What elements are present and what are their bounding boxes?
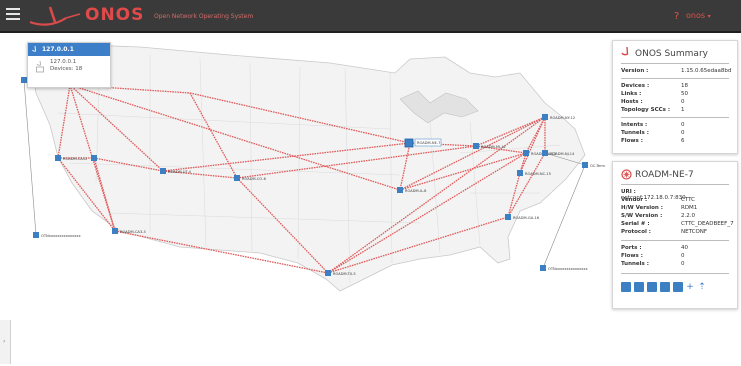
svg-text:OTNxxxxxxxxxxxxxxx: OTNxxxxxxxxxxxxxxx: [548, 267, 588, 271]
svg-text:ROADM-UT-4: ROADM-UT-4: [168, 170, 192, 174]
user-menu[interactable]: onos ▾: [686, 11, 711, 20]
device-node[interactable]: ROADM-GA-16: [505, 214, 540, 220]
logo-text: ONOS: [85, 5, 145, 25]
summary-flows-row: Flows :6: [621, 138, 685, 144]
instance-panel[interactable]: 127.0.0.1 127.0.0.1 Devices: 18: [27, 42, 111, 88]
device-sw-row: S/W Version :2.2.0: [621, 213, 695, 219]
instance-title: 127.0.0.1: [42, 46, 74, 53]
svg-text:ROADM-NE-7: ROADM-NE-7: [417, 141, 440, 145]
svg-text:ROADM-GA-16: ROADM-GA-16: [513, 216, 540, 220]
show-group-view-button[interactable]: [660, 282, 670, 292]
summary-title: ONOS Summary: [635, 49, 708, 59]
summary-sccs-row: Topology SCCs :1: [621, 107, 685, 113]
chevron-right-icon: ›: [3, 338, 6, 345]
summary-intents-row: Intents :0: [621, 122, 685, 128]
svg-text:ROADM-CA3-3: ROADM-CA3-3: [120, 230, 146, 234]
show-device-view-button[interactable]: [621, 282, 631, 292]
logo-subtitle: Open Network Operating System: [154, 13, 254, 20]
onos-instance-icon: [32, 46, 36, 52]
device-protocol-row: Protocol : NETCONF: [621, 229, 708, 235]
svg-text:ROADM-NC-15: ROADM-NC-15: [525, 172, 551, 176]
roadm-device-icon: [621, 169, 632, 180]
svg-text:ROADM-NY-12: ROADM-NY-12: [550, 116, 575, 120]
show-meter-view-button[interactable]: [673, 282, 683, 292]
svg-text:ROADM-NJ-14: ROADM-NJ-14: [550, 152, 575, 156]
svg-text:ROADM-CO-6: ROADM-CO-6: [242, 177, 267, 181]
divider: [621, 240, 729, 241]
device-vendor-row: Vendor : CTTC: [621, 197, 695, 203]
divider: [621, 63, 729, 64]
svg-text:ROADM-MI-11: ROADM-MI-11: [481, 145, 506, 149]
svg-text:ROADM-CA12: ROADM-CA12: [63, 157, 87, 161]
device-serial-row: Serial # : CTTC_DEADBEEF_7: [621, 221, 734, 227]
arrows-icon[interactable]: ⇡: [697, 282, 707, 292]
chevron-down-icon: ▾: [707, 13, 711, 20]
device-flows-row: Flows :0: [621, 253, 685, 259]
summary-version-row: Version :1.15.0.65edaa8bd: [621, 68, 732, 74]
divider: [621, 273, 729, 274]
summary-links-row: Links :50: [621, 91, 688, 97]
svg-text:ROADM-IL-8: ROADM-IL-8: [405, 189, 427, 193]
onos-logo-icon: [621, 47, 629, 56]
help-icon[interactable]: ?: [674, 11, 679, 22]
device-node[interactable]: [91, 155, 97, 161]
device-node[interactable]: OTNxxxxxxxxxxxxxxx: [540, 265, 588, 271]
device-node[interactable]: OC-Term: [582, 162, 606, 168]
svg-text:ROADM-TX-5: ROADM-TX-5: [333, 272, 356, 276]
summary-devices-row: Devices :18: [621, 83, 688, 89]
device-icon: [36, 61, 44, 73]
side-panel-toggle[interactable]: ›: [0, 320, 11, 364]
summary-panel: ONOS Summary Version :1.15.0.65edaa8bd D…: [612, 40, 738, 154]
device-node-selected[interactable]: ROADM-NE-7: [404, 138, 442, 148]
device-details-panel: ROADM-NE-7 URI :netconf:172.18.0.7:830 V…: [612, 161, 738, 309]
summary-tunnels-row: Tunnels :0: [621, 130, 685, 136]
divider: [621, 78, 729, 79]
device-action-buttons: + ⇡: [621, 282, 731, 294]
onos-logo-icon: [29, 6, 81, 26]
show-flow-view-button[interactable]: [634, 282, 644, 292]
instance-header[interactable]: 127.0.0.1: [28, 43, 110, 56]
show-port-view-button[interactable]: [647, 282, 657, 292]
plus-icon[interactable]: +: [685, 282, 695, 292]
divider: [621, 184, 729, 185]
svg-text:OC-Term: OC-Term: [590, 164, 606, 168]
user-name: onos: [686, 11, 706, 20]
masthead: ONOS Open Network Operating System ? ono…: [0, 0, 741, 33]
device-ports-row: Ports :40: [621, 245, 688, 251]
device-tunnels-row: Tunnels :0: [621, 261, 685, 267]
device-node[interactable]: OTNxxxxxxxxxxxxxxx: [33, 232, 81, 238]
device-title: ROADM-NE-7: [635, 170, 694, 180]
us-map-outline: [27, 42, 586, 292]
nav-menu-button[interactable]: [6, 8, 20, 21]
summary-hosts-row: Hosts :0: [621, 99, 685, 105]
divider: [621, 117, 729, 118]
device-hw-row: H/W Version : RDM1: [621, 205, 698, 211]
svg-text:OTNxxxxxxxxxxxxxxx: OTNxxxxxxxxxxxxxxx: [41, 234, 81, 238]
